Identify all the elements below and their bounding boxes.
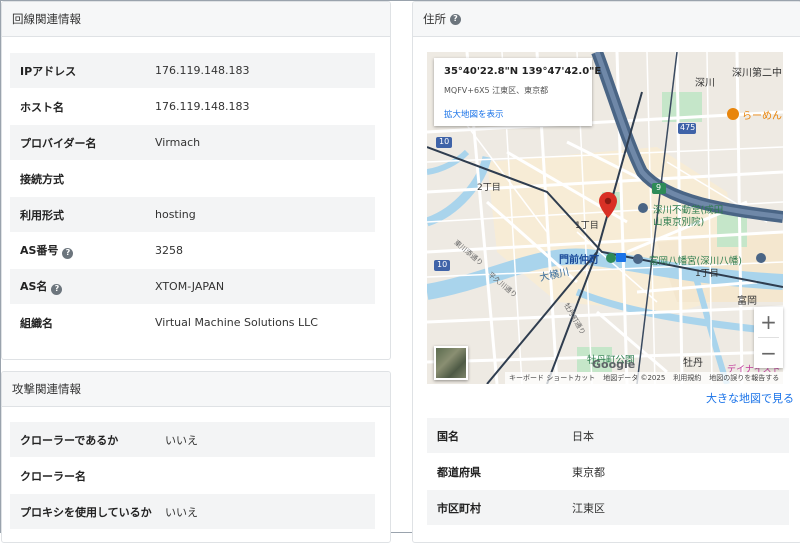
satellite-toggle-button[interactable] [434, 346, 468, 380]
shrine-icon [633, 254, 643, 264]
question-circle-icon[interactable]: ? [450, 13, 461, 25]
row-label: クローラーであるか [10, 421, 165, 458]
table-row: 利用形式 hosting [10, 196, 375, 233]
row-label: 接続方式 [10, 160, 155, 197]
restaurant-icon [727, 108, 739, 120]
map-label: らーめん [742, 111, 782, 122]
zoom-control: + − [754, 307, 783, 368]
map-label: 深川 [695, 78, 715, 89]
row-value: 東京都 [572, 453, 789, 490]
row-label: IPアドレス [10, 52, 155, 89]
row-value: いいえ [165, 493, 375, 529]
row-value [165, 457, 375, 494]
map-label: 深川第二中 [732, 68, 782, 79]
address-header: 住所 ? [413, 2, 800, 37]
map-info-window: 35°40'22.8"N 139°47'42.0"E MQFV+6X5 江東区、… [434, 58, 601, 126]
table-row: ホスト名 176.119.148.183 [10, 88, 375, 125]
row-label: ホスト名 [10, 88, 155, 125]
row-value: Virmach [155, 124, 375, 161]
station-icon [616, 253, 626, 262]
row-value: いいえ [165, 421, 375, 458]
map-label: 1丁目 [695, 269, 719, 279]
map-label: 9 [656, 183, 662, 192]
row-label: 利用形式 [10, 196, 155, 233]
tree-icon [606, 253, 616, 263]
coordinates-text: 35°40'22.8"N 139°47'42.0"E [444, 66, 602, 77]
row-label: プロバイダー名 [10, 124, 155, 161]
terms-link[interactable]: 利用規約 [673, 373, 701, 383]
table-row: IPアドレス 176.119.148.183 [10, 52, 375, 89]
table-row: プロキシを使用しているか いいえ [10, 493, 375, 529]
row-label: AS番号? [10, 232, 155, 269]
temple-icon [638, 203, 648, 213]
row-value: XTOM-JAPAN [155, 268, 375, 305]
row-label: AS名? [10, 268, 155, 305]
line-info-header: 回線関連情報 [2, 2, 390, 37]
table-row: 組織名 Virtual Machine Solutions LLC [10, 304, 375, 340]
row-value: 176.119.148.183 [155, 88, 375, 125]
row-label: プロキシを使用しているか [10, 493, 165, 529]
table-row: 接続方式 [10, 160, 375, 197]
table-row: プロバイダー名 Virmach [10, 124, 375, 161]
question-circle-icon[interactable]: ? [62, 247, 74, 259]
report-error-link[interactable]: 地図の誤りを報告する [709, 373, 779, 383]
map-label: 10 [437, 260, 448, 269]
map-label: 2丁目 [477, 183, 501, 193]
attack-info-table: クローラーであるか いいえ クローラー名 プロキシを使用しているか いいえ [10, 421, 375, 529]
map-label: 10 [439, 137, 450, 146]
row-value: 3258 [155, 232, 375, 269]
big-map-link[interactable]: 大きな地図で見る [706, 390, 794, 406]
map-label: 富岡八幡宮(深川八幡) [649, 256, 742, 267]
row-label: 市区町村 [427, 489, 572, 525]
row-label: クローラー名 [10, 457, 165, 494]
keyboard-shortcuts-link[interactable]: キーボード ショートカット [509, 373, 595, 383]
address-table: 国名 日本 都道府県 東京都 市区町村 江東区 [427, 417, 789, 525]
enlarge-map-link[interactable]: 拡大地図を表示 [444, 108, 504, 120]
row-label: 国名 [427, 417, 572, 454]
row-label: 都道府県 [427, 453, 572, 490]
map-label: 475 [680, 123, 696, 132]
row-value: 176.119.148.183 [155, 52, 375, 89]
map-attribution: キーボード ショートカット 地図データ ©2025 利用規約 地図の誤りを報告す… [505, 372, 784, 384]
row-value [155, 160, 375, 197]
map-label: 山東京別院) [653, 217, 705, 228]
row-value: Virtual Machine Solutions LLC [155, 304, 375, 340]
row-value: 江東区 [572, 489, 789, 525]
table-row: クローラー名 [10, 457, 375, 494]
table-row: 市区町村 江東区 [427, 489, 789, 525]
table-row: AS名? XTOM-JAPAN [10, 268, 375, 305]
google-logo: Google [592, 358, 636, 371]
table-row: AS番号? 3258 [10, 232, 375, 269]
shrine-icon [756, 253, 766, 263]
row-value: hosting [155, 196, 375, 233]
map-data-text: 地図データ ©2025 [603, 374, 666, 382]
line-info-table: IPアドレス 176.119.148.183 ホスト名 176.119.148.… [10, 52, 375, 340]
attack-info-header: 攻撃関連情報 [2, 372, 390, 407]
zoom-in-button[interactable]: + [754, 307, 783, 337]
table-row: クローラーであるか いいえ [10, 421, 375, 458]
map-label: 1丁目 [575, 221, 599, 231]
table-row: 国名 日本 [427, 417, 789, 454]
table-row: 都道府県 東京都 [427, 453, 789, 490]
row-label: 組織名 [10, 304, 155, 340]
address-title: 住所 [423, 12, 446, 26]
question-circle-icon[interactable]: ? [51, 283, 63, 295]
map-label: 牡丹 [683, 358, 703, 369]
zoom-out-button[interactable]: − [754, 338, 783, 368]
plus-code-text: MQFV+6X5 江東区、東京都 [444, 86, 549, 95]
row-value: 日本 [572, 417, 789, 454]
map-label: 富岡 [737, 296, 757, 307]
